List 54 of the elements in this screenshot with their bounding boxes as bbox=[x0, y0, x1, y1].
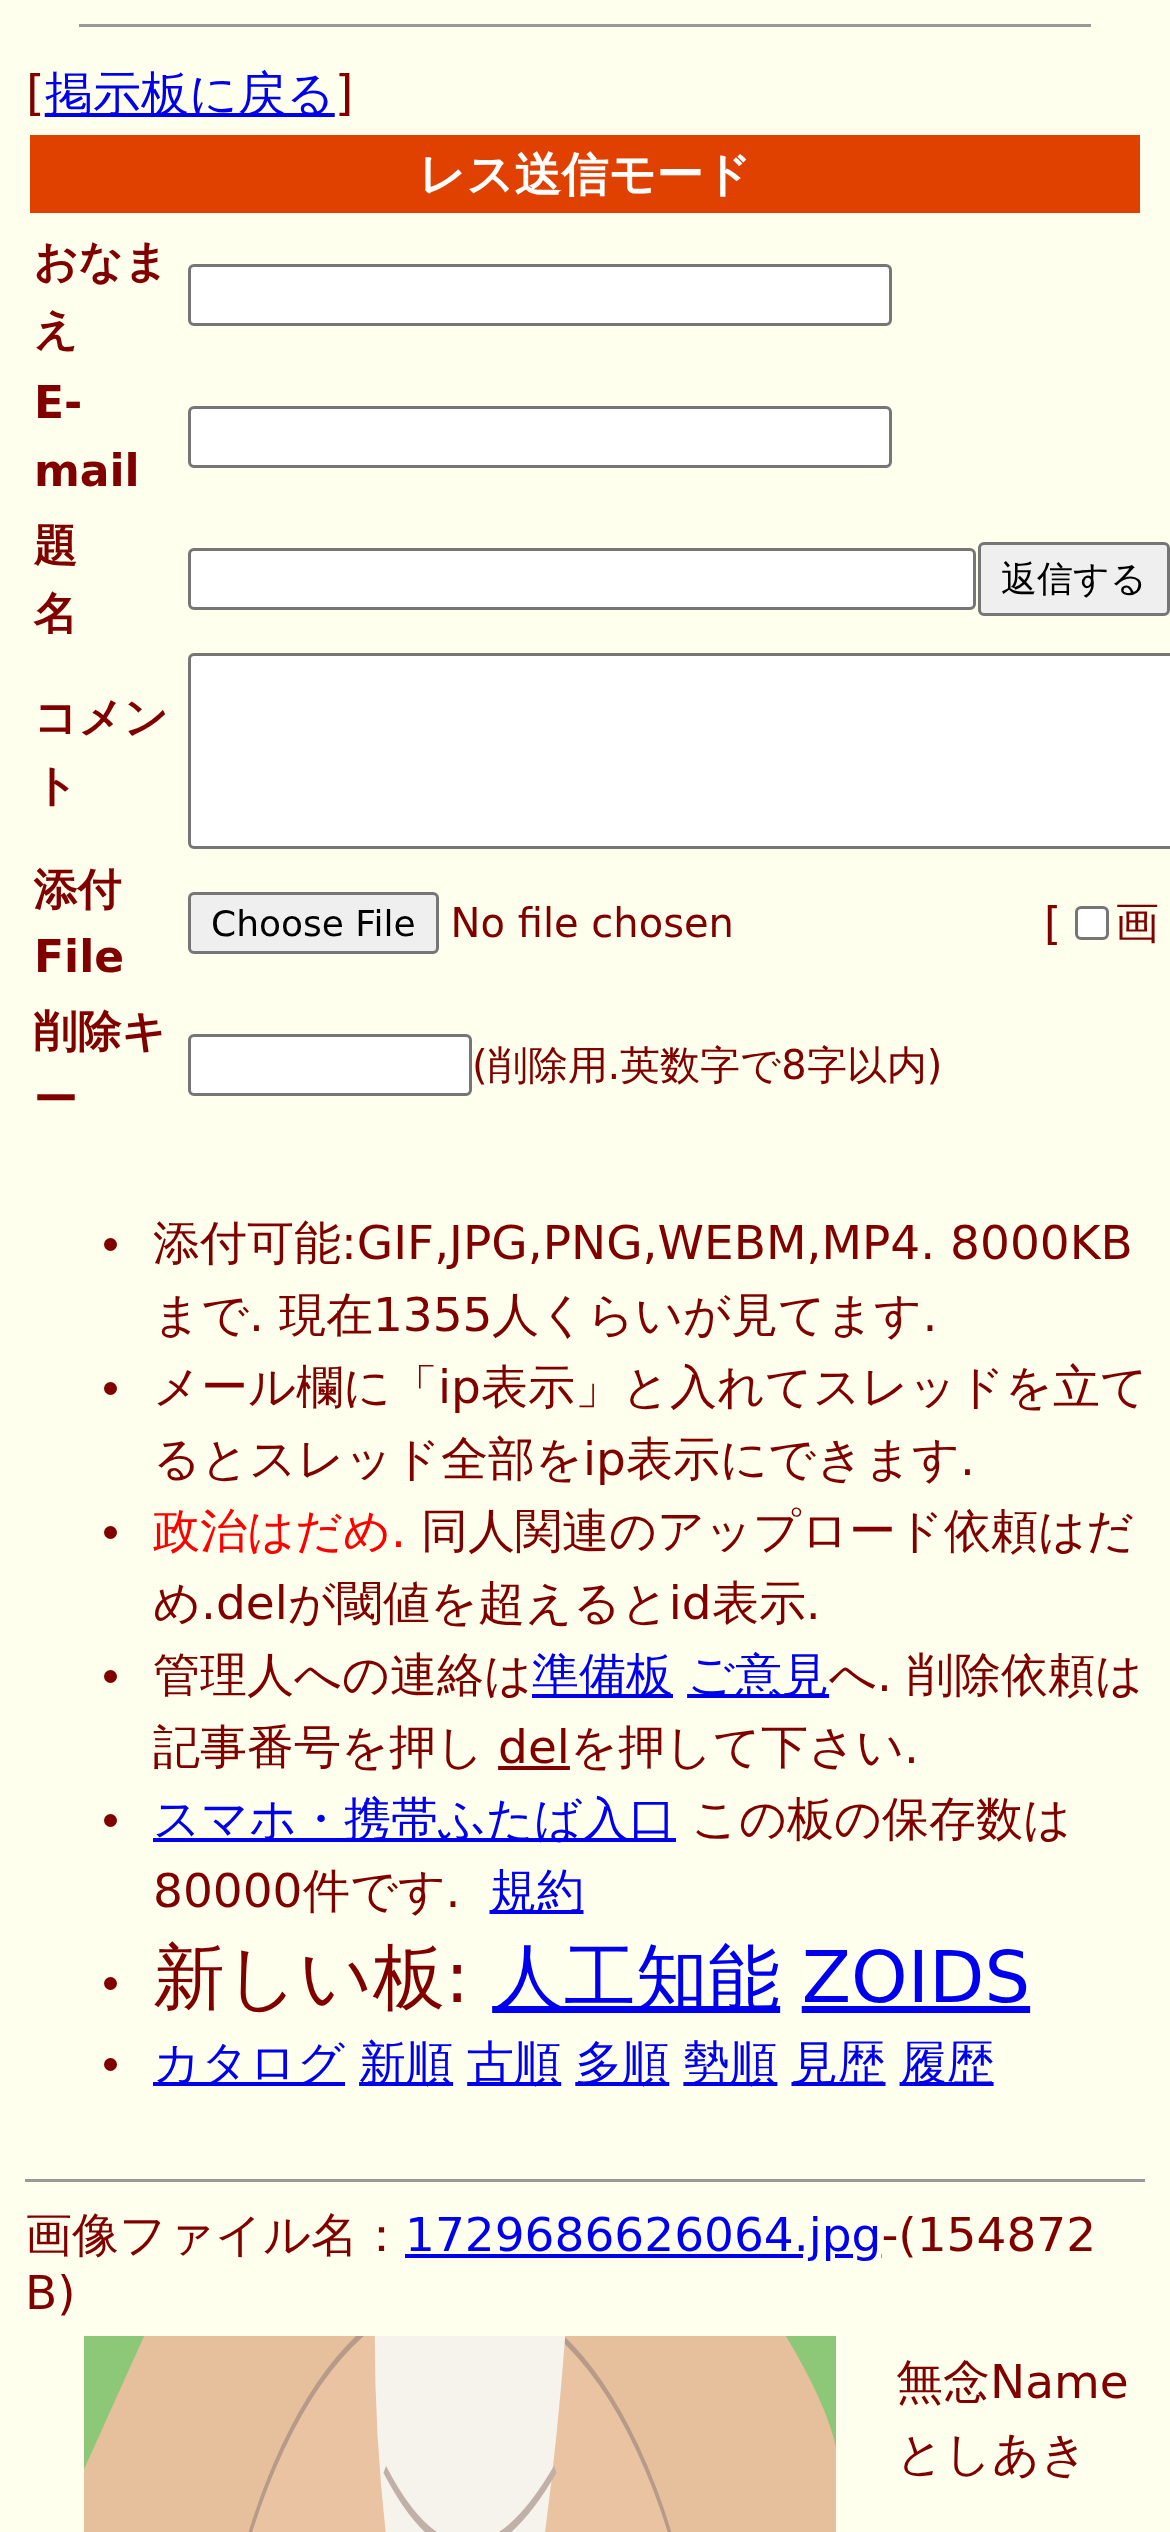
checkbox-label: 画 bbox=[1115, 895, 1160, 950]
link[interactable]: 履歴 bbox=[899, 2035, 994, 2090]
bullet-icon bbox=[104, 2058, 117, 2071]
form-title-bar: レス送信モード bbox=[30, 135, 1140, 213]
bracket-text: [ bbox=[26, 65, 45, 121]
bracket-text: [ bbox=[1043, 897, 1062, 949]
notice-text: 新しい板: 人工知能 ZOIDS bbox=[153, 1934, 1032, 2021]
notice-text: 管理人への連絡は準備板 ご意見へ. 削除依頼は記事番号を押し delを押して下さい. bbox=[153, 1646, 1144, 1776]
link[interactable]: 古順 bbox=[467, 2035, 562, 2090]
hint-text: (削除用.英数字で8字以内) bbox=[472, 1040, 943, 1090]
link[interactable]: 勢順 bbox=[683, 2035, 778, 2090]
back-link[interactable]: 掲示板に戻る bbox=[44, 65, 335, 121]
post-subject: 無念 bbox=[896, 2354, 990, 2409]
link[interactable]: 多順 bbox=[575, 2035, 670, 2090]
notice-text: 政治はだめ. 同人関連のアップロード依頼はだめ.delが閾値を超えるとid表示. bbox=[153, 1502, 1135, 1632]
bracket-text: ] bbox=[334, 65, 354, 121]
link[interactable]: カタログ bbox=[153, 2035, 345, 2090]
link[interactable]: 準備板 bbox=[532, 1647, 673, 1702]
text-field[interactable] bbox=[188, 264, 892, 326]
bullet-icon bbox=[104, 1977, 117, 1990]
link[interactable]: ZOIDS bbox=[801, 1935, 1031, 2019]
choose-file-button[interactable]: Choose File bbox=[188, 892, 439, 954]
link[interactable]: 人工知能 bbox=[492, 1935, 781, 2019]
field-label: 削除キー bbox=[34, 1004, 168, 1126]
field-label: 題名 bbox=[34, 518, 78, 640]
notice-text: メール欄に「ip表示」と入れてスレッドを立てるとスレッド全部をip表示にできます. bbox=[153, 1358, 1149, 1488]
subject-field[interactable] bbox=[188, 548, 976, 610]
bullet-icon bbox=[104, 1526, 117, 1539]
bullet-icon bbox=[104, 1382, 117, 1395]
notice-text: 添付可能:GIF,JPG,PNG,WEBM,MP4. 8000KBまで. 現在1355人くらいが見てます. bbox=[153, 1214, 1134, 1344]
file-info-text: 画像ファイル名：1729686626064.jpg-(154872 B) bbox=[25, 2206, 1098, 2322]
field-label: おなまえ bbox=[34, 234, 170, 356]
field-label: コメント bbox=[34, 690, 170, 812]
poster-name: としあき bbox=[896, 2425, 1088, 2483]
field-label: E-mail bbox=[34, 376, 141, 498]
link[interactable]: ご意見 bbox=[687, 1647, 830, 1702]
checkbox[interactable] bbox=[1075, 906, 1110, 940]
link[interactable]: 規約 bbox=[489, 1863, 584, 1918]
field-label: 添付File bbox=[34, 862, 126, 984]
link[interactable]: del bbox=[498, 1719, 570, 1774]
file-status-text: No file chosen bbox=[450, 900, 734, 946]
delete-key-field[interactable] bbox=[188, 1034, 472, 1096]
bullet-icon bbox=[104, 1814, 117, 1827]
bullet-icon bbox=[104, 1238, 117, 1251]
bullet-icon bbox=[104, 1670, 117, 1683]
link[interactable]: 見歴 bbox=[791, 2035, 886, 2090]
reply-button[interactable]: 返信する bbox=[978, 542, 1170, 616]
notice-text: スマホ・携帯ふたば入口 この板の保存数は80000件です. 規約 bbox=[153, 1790, 1072, 1920]
name-label: Name bbox=[990, 2354, 1129, 2409]
link[interactable]: スマホ・携帯ふたば入口 bbox=[153, 1791, 676, 1846]
comment-field[interactable] bbox=[188, 653, 1170, 849]
text-field[interactable] bbox=[188, 406, 892, 468]
link[interactable]: 新順 bbox=[359, 2035, 454, 2090]
file-link[interactable]: 1729686626064.jpg bbox=[405, 2207, 882, 2262]
